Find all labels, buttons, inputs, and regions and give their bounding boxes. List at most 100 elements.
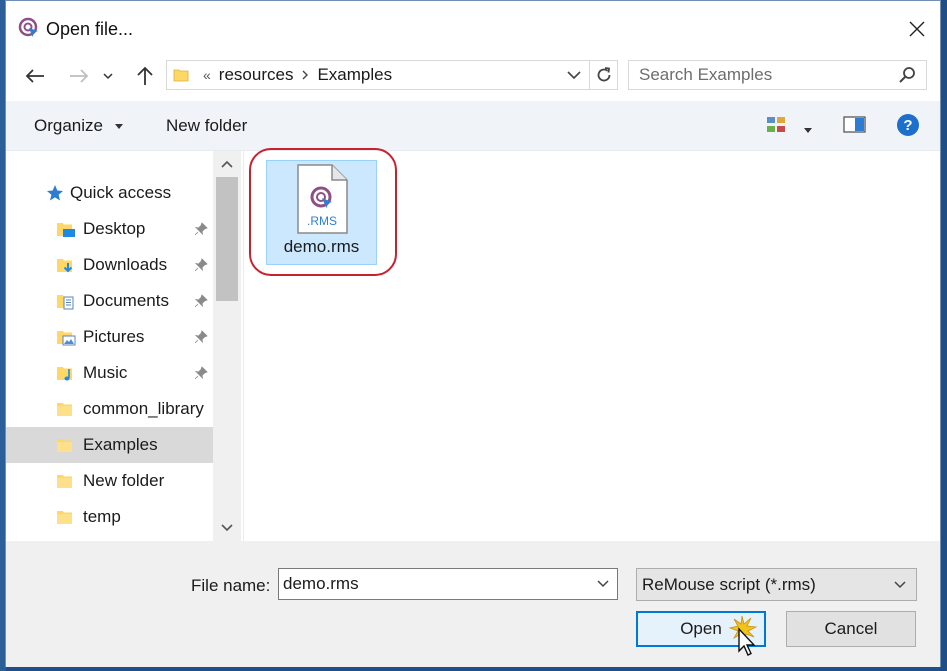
- close-button[interactable]: [894, 7, 940, 51]
- up-arrow-icon: [137, 66, 153, 85]
- quick-access-label: Quick access: [70, 183, 172, 202]
- address-bar[interactable]: « resources Examples: [166, 60, 590, 90]
- breadcrumb-resources[interactable]: resources: [219, 65, 294, 85]
- refresh-icon: [597, 67, 610, 82]
- scroll-up-button[interactable]: [213, 151, 241, 177]
- remouse-app-icon: [18, 17, 40, 39]
- address-dropdown-button[interactable]: [567, 67, 581, 85]
- sidebar-item-downloads[interactable]: Downloads: [6, 247, 213, 283]
- preview-pane-icon: [843, 116, 866, 133]
- folder-icon: [57, 511, 72, 524]
- sidebar-item-music[interactable]: Music: [6, 355, 213, 391]
- breadcrumb-separator-icon: [301, 67, 309, 83]
- file-type-select[interactable]: ReMouse script (*.rms): [636, 568, 917, 601]
- open-file-dialog: Open file... « resources Examples Search…: [5, 0, 941, 667]
- chevron-up-icon: [221, 160, 233, 168]
- sidebar-item-pictures[interactable]: Pictures: [6, 319, 213, 355]
- file-badge: .RMS: [307, 214, 337, 228]
- star-icon: [47, 185, 63, 201]
- close-icon: [909, 21, 925, 37]
- sidebar-item-label: common_library: [83, 399, 204, 418]
- file-type-value: ReMouse script (*.rms): [642, 574, 816, 594]
- file-name-label: demo.rms: [283, 237, 360, 256]
- pin-icon: [194, 330, 208, 344]
- file-name-field[interactable]: demo.rms: [278, 568, 618, 600]
- sidebar-item-desktop[interactable]: Desktop: [6, 211, 213, 247]
- pin-icon: [194, 366, 208, 380]
- sidebar-item-label: Desktop: [83, 219, 146, 238]
- change-view-button[interactable]: [766, 115, 788, 140]
- pin-icon: [194, 222, 208, 236]
- folder-icon: [173, 69, 189, 82]
- help-icon: ?: [897, 114, 919, 136]
- sidebar-item-label: Pictures: [83, 327, 145, 346]
- sidebar-item-label: New folder: [83, 471, 165, 490]
- navigation-pane: Quick access Desktop Downloads Documents…: [6, 151, 243, 541]
- caret-down-icon: [114, 123, 123, 129]
- recent-locations-button[interactable]: [99, 61, 117, 91]
- new-folder-button[interactable]: New folder: [166, 116, 247, 136]
- sidebar-item-common-library[interactable]: common_library: [6, 391, 213, 427]
- forward-button[interactable]: [64, 61, 94, 91]
- svg-text:?: ?: [903, 117, 912, 134]
- music-folder-icon: [57, 367, 72, 381]
- rms-file-icon: .RMS: [296, 164, 348, 234]
- quick-access-item[interactable]: Quick access: [6, 175, 213, 211]
- search-input[interactable]: Search Examples: [628, 60, 927, 90]
- dialog-footer: File name: demo.rms ReMouse script (*.rm…: [6, 541, 940, 667]
- documents-folder-icon: [57, 295, 74, 310]
- chevron-down-icon: [221, 524, 233, 532]
- sidebar-item-documents[interactable]: Documents: [6, 283, 213, 319]
- sidebar-item-label: Examples: [83, 435, 158, 454]
- navigation-bar: « resources Examples Search Examples: [6, 57, 940, 97]
- search-icon: [899, 67, 915, 83]
- sidebar-item-temp[interactable]: temp: [6, 499, 213, 535]
- refresh-button[interactable]: [590, 60, 618, 90]
- organize-label: Organize: [34, 116, 103, 135]
- back-arrow-icon: [25, 69, 44, 83]
- chevron-down-icon: [103, 73, 113, 80]
- pictures-folder-icon: [57, 331, 76, 346]
- mouse-cursor-icon: [728, 615, 758, 656]
- desktop-folder-icon: [57, 223, 75, 237]
- sidebar-item-examples[interactable]: Examples: [6, 427, 213, 463]
- sidebar-item-label: Documents: [83, 291, 169, 310]
- breadcrumb-overflow[interactable]: «: [203, 67, 211, 83]
- sidebar-item-label: Downloads: [83, 255, 168, 274]
- back-button[interactable]: [20, 61, 50, 91]
- pin-icon: [194, 294, 208, 308]
- folder-icon: [57, 403, 72, 416]
- chevron-down-icon: [567, 71, 581, 80]
- sidebar-item-label: temp: [83, 507, 121, 526]
- organize-button[interactable]: Organize: [34, 116, 124, 136]
- search-placeholder: Search Examples: [639, 65, 773, 84]
- breadcrumb-examples[interactable]: Examples: [317, 65, 392, 85]
- chevron-down-icon: [894, 580, 906, 588]
- chevron-down-icon[interactable]: [597, 580, 609, 588]
- downloads-folder-icon: [57, 259, 73, 273]
- sidebar-item-label: Music: [83, 363, 128, 382]
- folder-icon: [57, 439, 72, 452]
- command-bar: Organize New folder ?: [6, 101, 940, 151]
- preview-pane-button[interactable]: [843, 115, 867, 140]
- dialog-title: Open file...: [46, 19, 134, 39]
- scroll-down-button[interactable]: [213, 515, 241, 541]
- pin-icon: [194, 258, 208, 272]
- forward-arrow-icon: [70, 69, 89, 83]
- view-dropdown-button[interactable]: [803, 121, 813, 139]
- title-bar: Open file...: [6, 1, 940, 57]
- scroll-thumb[interactable]: [216, 177, 238, 301]
- file-list[interactable]: .RMS demo.rms: [244, 148, 940, 541]
- caret-down-icon: [804, 128, 812, 133]
- up-button[interactable]: [130, 61, 160, 91]
- nav-pane-scrollbar[interactable]: [213, 151, 241, 541]
- desktop-background-right: [941, 0, 947, 671]
- file-item-demo-rms[interactable]: .RMS demo.rms: [266, 160, 377, 265]
- folder-icon: [57, 475, 72, 488]
- file-name-label: File name:: [191, 576, 271, 595]
- file-name-value[interactable]: demo.rms: [283, 574, 597, 594]
- help-button[interactable]: ?: [896, 113, 920, 142]
- cancel-button[interactable]: Cancel: [786, 611, 916, 647]
- view-options-icon: [767, 117, 785, 132]
- sidebar-item-new-folder[interactable]: New folder: [6, 463, 213, 499]
